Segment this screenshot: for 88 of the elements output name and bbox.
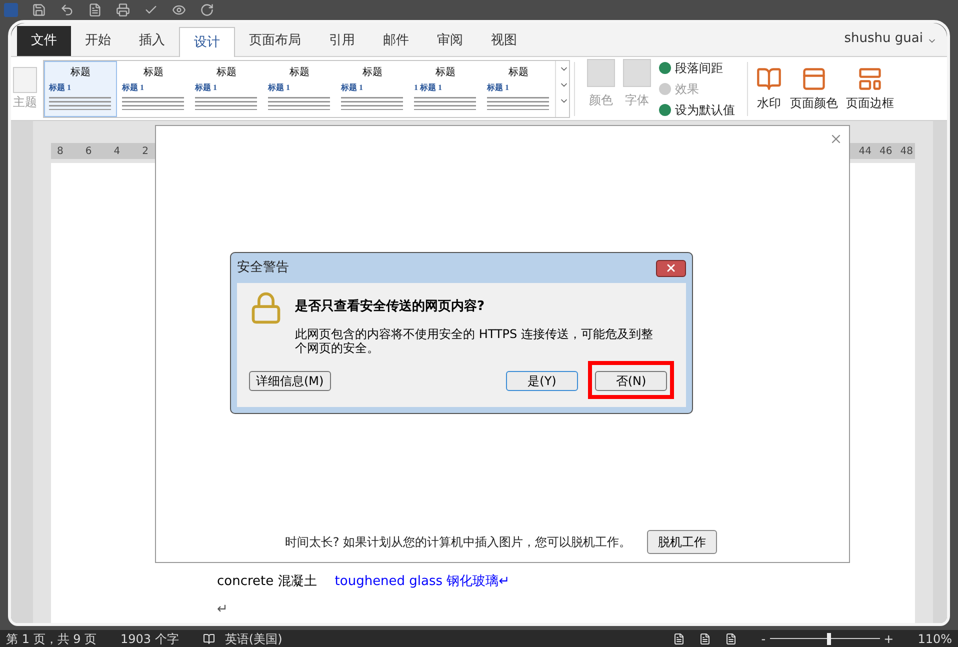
style-title: 标题 [508,66,530,80]
ribbon-tab[interactable]: 邮件 [369,26,423,56]
scroll-bar[interactable] [933,121,947,623]
zoom-slider[interactable] [770,632,880,644]
style-heading: 标题 1 [487,82,510,94]
ribbon-button[interactable]: 页面颜色 [790,66,838,112]
ruler-number: 48 [900,144,913,158]
text-lines-drawing [341,96,403,110]
ribbon-button[interactable]: 水印 [756,66,782,112]
dialog-title: 安全警告 [237,259,289,278]
style-heading: 标题 1 [341,82,364,94]
dialog-question: 是否只查看安全传送的网页内容? [295,298,486,316]
ruler-number: 46 [880,144,892,158]
text-lines-drawing [195,96,257,110]
zoom-in-button[interactable]: + [884,630,894,647]
ribbon-tab[interactable]: 审阅 [423,26,477,56]
style-title: 标题 [288,66,310,80]
view-icon[interactable] [725,632,738,644]
ruler-number: 4 [114,144,120,158]
style-heading: 标题 1 [49,82,72,94]
text-lines-drawing [487,96,549,110]
close-button[interactable] [656,260,686,276]
ruler-number: 8 [57,144,64,158]
language-label[interactable]: 英语(美国) [224,630,282,647]
page-icon [801,66,827,92]
ribbon-button[interactable]: 段落间距 [659,58,735,76]
view-icon[interactable] [699,632,712,644]
style-thumbnail[interactable]: 标题 标题 1 [263,60,336,116]
text-lines-drawing [49,96,111,110]
ribbon-tab[interactable]: 页面布局 [235,26,315,56]
toolbar-icon[interactable] [88,3,102,17]
toolbar-icon[interactable] [116,3,130,17]
app-icon [4,3,18,17]
zoom-out-button[interactable]: - [761,630,766,647]
ruler-number: 2 [142,144,148,158]
style-thumbnail[interactable]: 标题 标题 1 [482,60,555,116]
ribbon-tab[interactable]: 插入 [125,26,179,56]
page-icon [857,66,883,92]
dialog-message: 此网页包含的内容将不使用安全的 HTTPS 连接传送，可能危及到整个网页的安全。 [295,326,654,354]
style-thumbnail[interactable]: 标题 标题 1 [190,60,263,116]
toolbar-icon[interactable] [32,3,46,17]
warning-lock-icon [249,291,283,325]
zoom-level[interactable]: 110% [918,630,952,647]
style-thumbnail[interactable]: 标题 标题 1 [44,60,117,116]
style-thumbnail[interactable]: 标题 标题 1 [336,60,409,116]
dialog-button[interactable]: 详细信息(M) [249,371,331,391]
document-text: concrete 混凝土 [217,573,317,591]
style-thumbnail[interactable]: 标题 标题 1 [117,60,190,116]
ribbon-button[interactable]: 设为默认值 [659,100,735,118]
ribbon-tab[interactable]: 视图 [477,26,531,56]
style-thumbnail[interactable]: 标题 1 标题 1 [409,60,482,116]
user-name[interactable]: shushu guai [844,28,923,48]
close-icon[interactable] [829,132,843,146]
dialog-button[interactable]: 是(Y) [506,371,578,391]
toolbar-icon[interactable] [200,3,214,17]
word-count[interactable]: 1903 个字 [120,630,179,647]
text-lines-drawing [122,96,184,110]
style-title: 标题 [142,66,164,80]
text-lines-drawing [414,96,476,110]
style-heading: 标题 1 [122,82,145,94]
toolbar-icon[interactable] [60,3,74,17]
ribbon-tab[interactable]: 引用 [315,26,369,56]
ribbon-tab[interactable]: 设计 [179,27,235,57]
offline-button[interactable]: 脱机工作 [647,530,717,554]
text-lines-drawing [268,96,330,110]
style-title: 标题 [434,66,456,80]
close-icon [665,262,677,274]
style-heading: 标题 1 [268,82,291,94]
zoom-thumb[interactable] [826,632,831,644]
ribbon-button[interactable]: 页面边框 [846,66,894,112]
page-icon [756,66,782,92]
ribbon-tab[interactable]: 文件 [17,26,71,56]
style-heading: 标题 1 [195,82,218,94]
toolbar-icon[interactable] [172,3,186,17]
ribbon-tab[interactable]: 开始 [71,26,125,56]
page-count[interactable]: 第 1 页，共 9 页 [6,630,97,647]
document-text: ↵ [217,600,228,618]
style-heading: 1 标题 1 [414,82,443,94]
document-text: toughened glass 钢化玻璃↵ [334,573,510,591]
proofing-icon[interactable] [202,632,215,644]
ruler-number: 6 [85,144,92,158]
offline-hint: 时间太长? 如果计划从您的计算机中插入图片，您可以脱机工作。 [284,534,631,551]
style-title: 标题 [362,66,384,80]
view-icon[interactable] [673,632,686,644]
style-title: 标题 [70,66,92,80]
style-title: 标题 [216,66,238,80]
dialog-button[interactable]: 否(N) [595,371,667,391]
ruler-number: 44 [858,144,872,158]
